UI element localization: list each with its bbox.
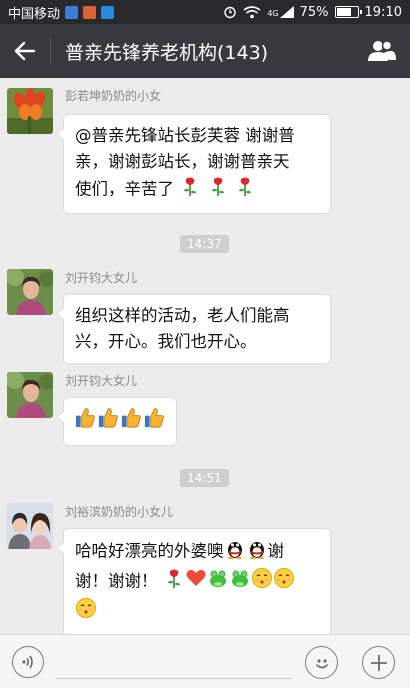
sender-name: 刘裕滨奶奶的小女儿: [65, 505, 174, 519]
thumbs-up-icon: [143, 406, 166, 437]
avatar[interactable]: [7, 88, 53, 134]
message-bubble[interactable]: 组织这样的活动，老人们能高 兴，开心。我们也开心。: [57, 294, 331, 364]
battery-level: [336, 8, 351, 16]
signal-icon: [279, 6, 294, 18]
thumbs-up-icon: [97, 406, 120, 437]
battery-percent: 75%: [299, 4, 329, 20]
message-line: 兴，开心。我们也开心。: [75, 332, 257, 351]
thumbs-up-icon: [74, 406, 97, 437]
title-divider: [50, 38, 51, 64]
frog-icon: [229, 567, 251, 597]
carrier-name: 中国移动: [8, 6, 61, 22]
rose-icon: [207, 175, 229, 205]
gallery-notification-icon: [65, 5, 79, 19]
alarm-icon: [224, 6, 237, 19]
avatar[interactable]: [7, 503, 53, 549]
heart-icon: [185, 567, 207, 597]
message-line: 使们，辛苦了: [75, 179, 174, 199]
input-bar: [0, 634, 410, 688]
location-notification-icon: [101, 5, 115, 19]
penguin-icon: [224, 537, 246, 567]
emoji-button[interactable]: [305, 646, 338, 679]
timestamp-divider: 14:37: [180, 235, 229, 253]
wifi-icon: [243, 5, 261, 18]
avatar[interactable]: [7, 269, 53, 315]
message-line: 哈哈好漂亮的外婆噢: [75, 541, 224, 561]
kiss-face-icon: [75, 597, 97, 627]
message-line: 谢: [267, 541, 285, 561]
back-button[interactable]: [0, 24, 50, 78]
battery-icon: [334, 6, 362, 18]
message-bubble[interactable]: [57, 397, 177, 446]
app-notification-icon: [83, 5, 97, 19]
group-members-button[interactable]: [354, 24, 410, 78]
back-arrow-icon: [14, 41, 36, 61]
message-line: 组织这样的活动，老人们能高: [75, 306, 290, 325]
clock: 19:10: [364, 4, 402, 20]
voice-button[interactable]: [12, 646, 44, 678]
voice-icon: [22, 655, 33, 669]
message-list[interactable]: 彭若坤奶奶的小女 @普亲先锋站长彭芙蓉 谢谢普 亲，谢谢彭站长，谢谢普亲天 使们…: [0, 78, 410, 634]
network-type: 4G: [267, 9, 279, 18]
message-line: @普亲先锋站长彭芙蓉 谢谢普: [75, 126, 295, 145]
rose-icon: [163, 567, 185, 597]
group-members-icon: [368, 40, 396, 61]
plus-icon: [370, 654, 387, 671]
kiss-face-icon: [273, 567, 295, 597]
sender-name: 刘开钧大女儿: [65, 374, 138, 388]
emoji-icon: [315, 658, 328, 668]
sender-name: 刘开钧大女儿: [65, 271, 138, 285]
status-bar: 中国移动 4G 75% 19:10: [0, 0, 410, 24]
penguin-icon: [246, 537, 268, 567]
message-line: 谢！谢谢！: [75, 571, 158, 591]
frog-icon: [207, 567, 229, 597]
message-input[interactable]: [56, 645, 292, 679]
more-options-button[interactable]: [362, 646, 395, 679]
sender-name: 彭若坤奶奶的小女: [65, 89, 162, 103]
thumbs-up-icon: [120, 406, 143, 437]
chat-header: 普亲先锋养老机构(143): [0, 24, 410, 78]
timestamp-divider: 14:51: [180, 469, 229, 487]
message-bubble[interactable]: 哈哈好漂亮的外婆噢 谢 谢！谢谢！: [57, 528, 331, 634]
avatar[interactable]: [7, 372, 53, 418]
message-line: 亲，谢谢彭站长，谢谢普亲天: [75, 152, 290, 171]
rose-icon: [234, 175, 256, 205]
chat-title: 普亲先锋养老机构(143): [65, 41, 269, 64]
rose-icon: [179, 175, 201, 205]
message-bubble[interactable]: @普亲先锋站长彭芙蓉 谢谢普 亲，谢谢彭站长，谢谢普亲天 使们，辛苦了: [57, 114, 331, 214]
kiss-face-icon: [251, 567, 273, 597]
